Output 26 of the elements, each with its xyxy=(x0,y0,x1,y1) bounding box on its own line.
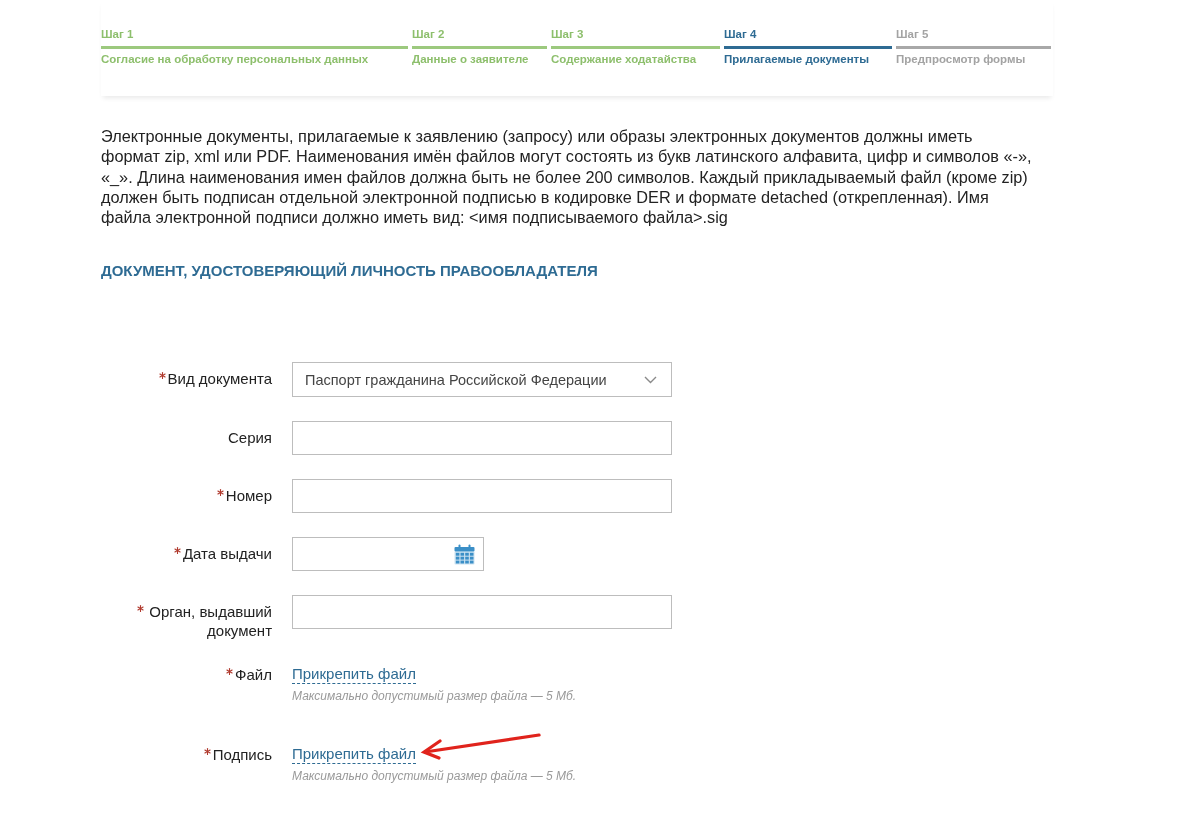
file-size-hint: Максимально допустимый размер файла — 5 Мб. xyxy=(292,768,577,785)
date-field[interactable] xyxy=(292,537,484,572)
field-label: Подпись xyxy=(212,745,272,765)
chevron-down-icon xyxy=(644,376,657,384)
step-number: Шаг 1 xyxy=(101,27,134,42)
field-label: Орган, выдавший документ xyxy=(148,602,272,641)
step-number: Шаг 3 xyxy=(551,27,584,42)
step-number: Шаг 2 xyxy=(412,27,445,42)
input-field[interactable] xyxy=(292,479,672,514)
field-label: Номер xyxy=(225,486,272,506)
attach-file-link[interactable]: Прикрепить файл xyxy=(292,744,416,765)
step-number: Шаг 4 xyxy=(724,27,757,42)
file-size-hint: Максимально допустимый размер файла — 5 Мб. xyxy=(292,688,577,705)
field-label: Серия xyxy=(227,428,272,448)
attach-file-link[interactable]: Прикрепить файл xyxy=(292,664,416,685)
document-type-select[interactable]: Паспорт гражданина Российской Федерации xyxy=(292,362,672,398)
section-title: ДОКУМЕНТ, УДОСТОВЕРЯЮЩИЙ ЛИЧНОСТЬ ПРАВООБЛАДАТЕЛЯ xyxy=(101,261,598,282)
field-label: Дата выдачи xyxy=(182,544,272,564)
step-number: Шаг 5 xyxy=(896,27,929,42)
instructions-text: Электронные документы, прилагаемые к заявлению (запросу) или образы электронных документов должны иметь формат zip, xml или PDF. Наименования имён файлов могут состоять из букв латинского алфавита, цифр и символов «-», «_». Длина наименования имен файлов должна быть не более 200 символов. Каждый прикладываемый файл (кроме zip) должен быть подписан отдельной электронной подписью в кодировке DER и формате detached (открепленная). Имя файла электронной подписи должно иметь вид: <имя подписываемого файла>.sig xyxy=(101,126,1033,228)
input-field[interactable] xyxy=(292,595,672,630)
step-tab[interactable]: Прилагаемые документы xyxy=(724,46,892,67)
input-field[interactable] xyxy=(292,421,672,456)
field-label: Файл xyxy=(235,665,272,685)
calendar-icon[interactable] xyxy=(454,544,475,565)
field-label: Вид документа xyxy=(167,369,272,389)
